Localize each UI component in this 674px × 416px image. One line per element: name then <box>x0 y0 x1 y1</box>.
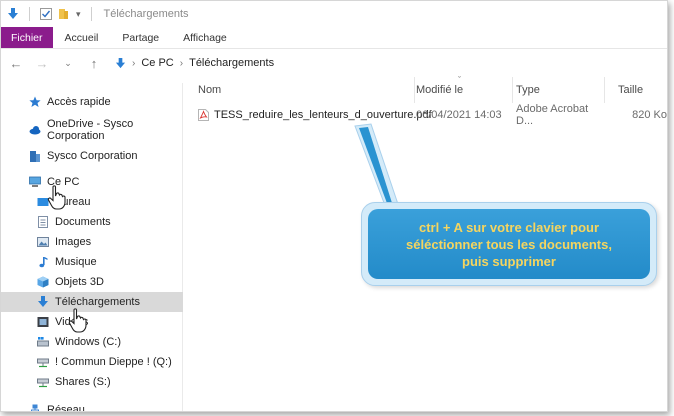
sidebar-item-windows-c[interactable]: Windows (C:) <box>1 332 183 352</box>
sidebar-item-label: Documents <box>55 216 111 228</box>
file-name-cell[interactable]: TESS_reduire_les_lenteurs_d_ouverture.pd… <box>198 105 432 125</box>
breadcrumb-ce-pc[interactable]: Ce PC <box>141 57 173 69</box>
sidebar-item-label: Objets 3D <box>55 276 104 288</box>
title-bar: ▾ Téléchargements <box>1 1 667 27</box>
computer-icon <box>29 176 41 187</box>
recent-locations-chevron-icon[interactable]: ⌄ <box>61 58 75 69</box>
sidebar-item-onedrive[interactable]: OneDrive - Sysco Corporation <box>1 118 183 142</box>
network-drive-icon <box>37 378 49 388</box>
hand-cursor-icon <box>47 185 66 210</box>
network-icon <box>31 404 39 411</box>
column-headers: Nom Modifié le ˇ Type Taille <box>184 75 667 103</box>
column-label: Taille <box>618 84 644 96</box>
breadcrumb-separator-icon: › <box>179 57 184 69</box>
tab-fichier[interactable]: Fichier <box>1 27 53 48</box>
sidebar-item-label: Shares (S:) <box>55 376 111 388</box>
back-arrow-icon[interactable]: ← <box>9 56 23 71</box>
up-arrow-icon[interactable]: ↑ <box>87 56 101 71</box>
sidebar-item-label: Windows (C:) <box>55 336 122 348</box>
sidebar-item-label: Musique <box>55 256 97 268</box>
building-icon <box>30 151 40 162</box>
tab-accueil[interactable]: Accueil <box>53 27 111 48</box>
sort-chevron-icon: ˇ <box>458 75 461 85</box>
callout-text-line-3: puis supprimer <box>462 253 556 269</box>
drive-icon <box>37 337 49 347</box>
tab-partage[interactable]: Partage <box>110 27 171 48</box>
sidebar-item-label: ! Commun Dieppe ! (Q:) <box>55 356 172 368</box>
hand-cursor-icon <box>68 308 87 333</box>
sidebar-item-acces-rapide[interactable]: Accès rapide <box>1 92 183 112</box>
column-label: Modifié le <box>416 84 464 96</box>
file-type: Adobe Acrobat D... <box>516 103 589 127</box>
sidebar-item-sysco-corporation[interactable]: Sysco Corporation <box>1 146 183 166</box>
properties-check-icon[interactable] <box>40 8 52 20</box>
cube-icon <box>37 276 49 288</box>
table-row[interactable]: TESS_reduire_les_lenteurs_d_ouverture.pd… <box>184 103 667 127</box>
titlebar-divider <box>90 7 92 21</box>
file-name: TESS_reduire_les_lenteurs_d_ouverture.pd… <box>214 109 432 121</box>
sidebar-item-videos[interactable]: Vidéos <box>1 312 183 332</box>
cloud-icon <box>29 126 41 135</box>
download-location-icon <box>115 57 126 68</box>
new-folder-icon[interactable] <box>58 8 70 20</box>
sidebar-item-images[interactable]: Images <box>1 232 183 252</box>
column-label: Nom <box>198 84 222 96</box>
navigation-pane: Accès rapide OneDrive - Sysco Corporatio… <box>1 83 183 412</box>
tab-affichage[interactable]: Affichage <box>171 27 239 48</box>
ribbon-tabs: Fichier Accueil Partage Affichage <box>1 27 667 49</box>
column-header-type[interactable]: Type <box>502 77 602 103</box>
quick-access-toolbar: ▾ <box>7 7 96 21</box>
customize-toolbar-chevron-icon[interactable]: ▾ <box>76 9 81 20</box>
file-modified: 06/04/2021 14:03 <box>416 109 502 121</box>
sidebar-item-label: Téléchargements <box>55 296 140 308</box>
sidebar-item-reseau[interactable]: Réseau <box>1 400 183 412</box>
callout-text-line-1: ctrl + A sur votre clavier pour <box>418 219 600 235</box>
sidebar-item-label: Accès rapide <box>47 96 111 108</box>
column-header-modified[interactable]: Modifié le <box>402 77 498 103</box>
forward-arrow-icon[interactable]: → <box>35 56 49 71</box>
images-icon <box>37 237 49 247</box>
sidebar-item-label: Réseau <box>47 404 85 412</box>
sidebar-item-documents[interactable]: Documents <box>1 212 183 232</box>
sidebar-item-label: Sysco Corporation <box>47 150 138 162</box>
sidebar-item-bureau[interactable]: Bureau <box>1 192 183 212</box>
breadcrumb-separator-icon: › <box>132 57 136 69</box>
network-drive-icon <box>37 358 49 368</box>
window-title: Téléchargements <box>103 8 189 20</box>
sidebar-item-ce-pc[interactable]: Ce PC <box>1 172 183 192</box>
column-header-size[interactable]: Taille <box>604 77 667 103</box>
column-label: Type <box>516 84 540 96</box>
column-header-name[interactable]: Nom <box>184 77 414 103</box>
sidebar-item-commun-dieppe[interactable]: ! Commun Dieppe ! (Q:) <box>1 352 183 372</box>
sidebar-item-label: Images <box>55 236 92 248</box>
breadcrumb: › Ce PC › Téléchargements <box>115 57 274 69</box>
callout-body: ctrl + A sur votre clavier pour séléctio… <box>368 209 650 279</box>
documents-icon <box>38 216 48 228</box>
pdf-icon <box>198 109 209 121</box>
instruction-callout: ctrl + A sur votre clavier pour séléctio… <box>361 202 657 286</box>
titlebar-divider <box>29 7 30 21</box>
download-arrow-icon <box>8 8 18 19</box>
download-icon <box>38 296 48 307</box>
sidebar-item-objets-3d[interactable]: Objets 3D <box>1 272 183 292</box>
breadcrumb-telechargements[interactable]: Téléchargements <box>189 57 274 69</box>
sidebar-item-label: OneDrive - Sysco Corporation <box>47 118 134 142</box>
address-bar: ← → ⌄ ↑ › Ce PC › Téléchargements <box>1 49 667 77</box>
sidebar-item-musique[interactable]: Musique <box>1 252 183 272</box>
music-icon <box>39 257 48 268</box>
star-icon <box>29 96 41 107</box>
sidebar-item-telechargements[interactable]: Téléchargements <box>1 292 183 312</box>
callout-text-line-2: séléctionner tous les documents, <box>406 236 612 252</box>
sidebar-item-shares-s[interactable]: Shares (S:) <box>1 372 183 392</box>
file-size: 820 Ko <box>632 109 667 121</box>
video-icon <box>37 317 49 327</box>
